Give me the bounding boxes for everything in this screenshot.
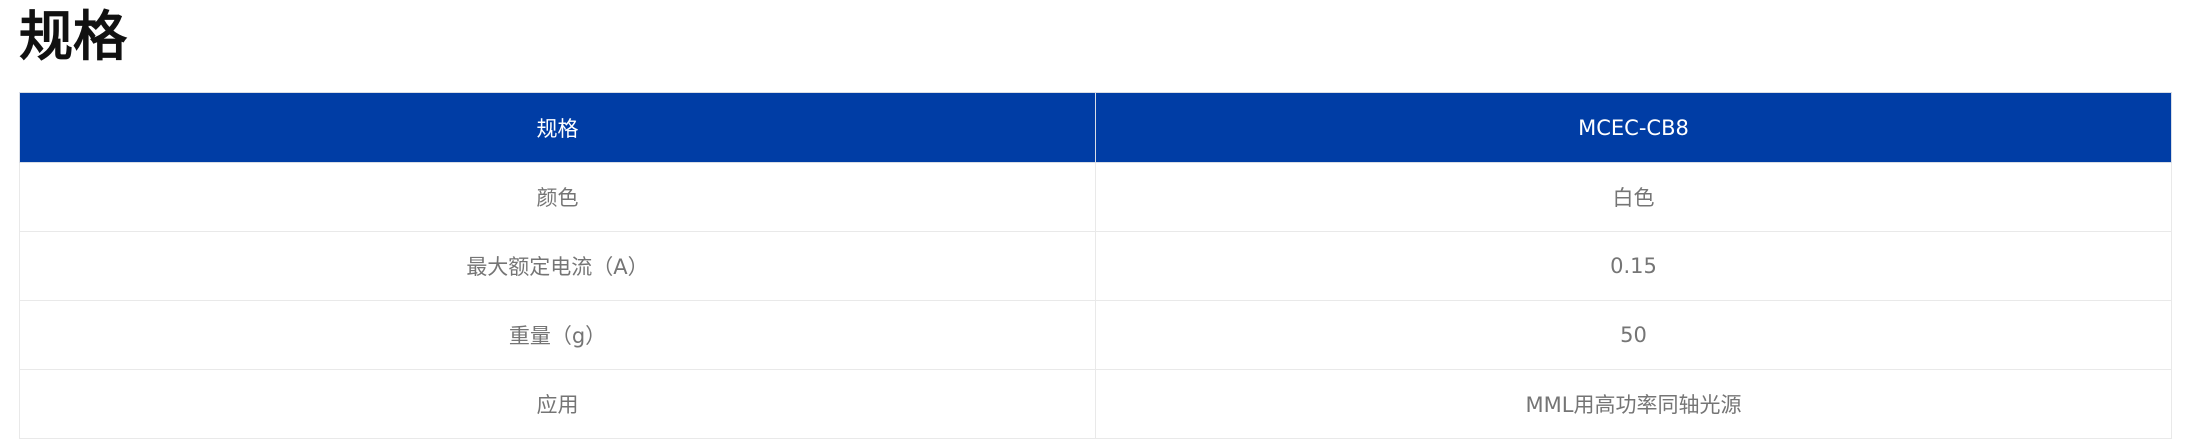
table-header-row: 规格 MCEC-CB8 xyxy=(19,92,2172,163)
spec-label: 重量（g） xyxy=(19,300,1096,370)
table-row: 应用 MML用高功率同轴光源 xyxy=(19,369,2172,439)
spec-label: 颜色 xyxy=(19,162,1096,232)
spec-label: 应用 xyxy=(19,369,1096,439)
spec-value: MML用高功率同轴光源 xyxy=(1095,369,2172,439)
header-spec: 规格 xyxy=(19,92,1096,163)
spec-value: 白色 xyxy=(1095,162,2172,232)
spec-table: 规格 MCEC-CB8 颜色 白色 最大额定电流（A） 0.15 重量（g） 5… xyxy=(19,92,2172,439)
page-title: 规格 xyxy=(19,5,127,68)
table-row: 最大额定电流（A） 0.15 xyxy=(19,231,2172,301)
table-row: 重量（g） 50 xyxy=(19,300,2172,370)
spec-value: 0.15 xyxy=(1095,231,2172,301)
header-model: MCEC-CB8 xyxy=(1095,92,2172,163)
spec-label: 最大额定电流（A） xyxy=(19,231,1096,301)
spec-value: 50 xyxy=(1095,300,2172,370)
table-row: 颜色 白色 xyxy=(19,162,2172,232)
